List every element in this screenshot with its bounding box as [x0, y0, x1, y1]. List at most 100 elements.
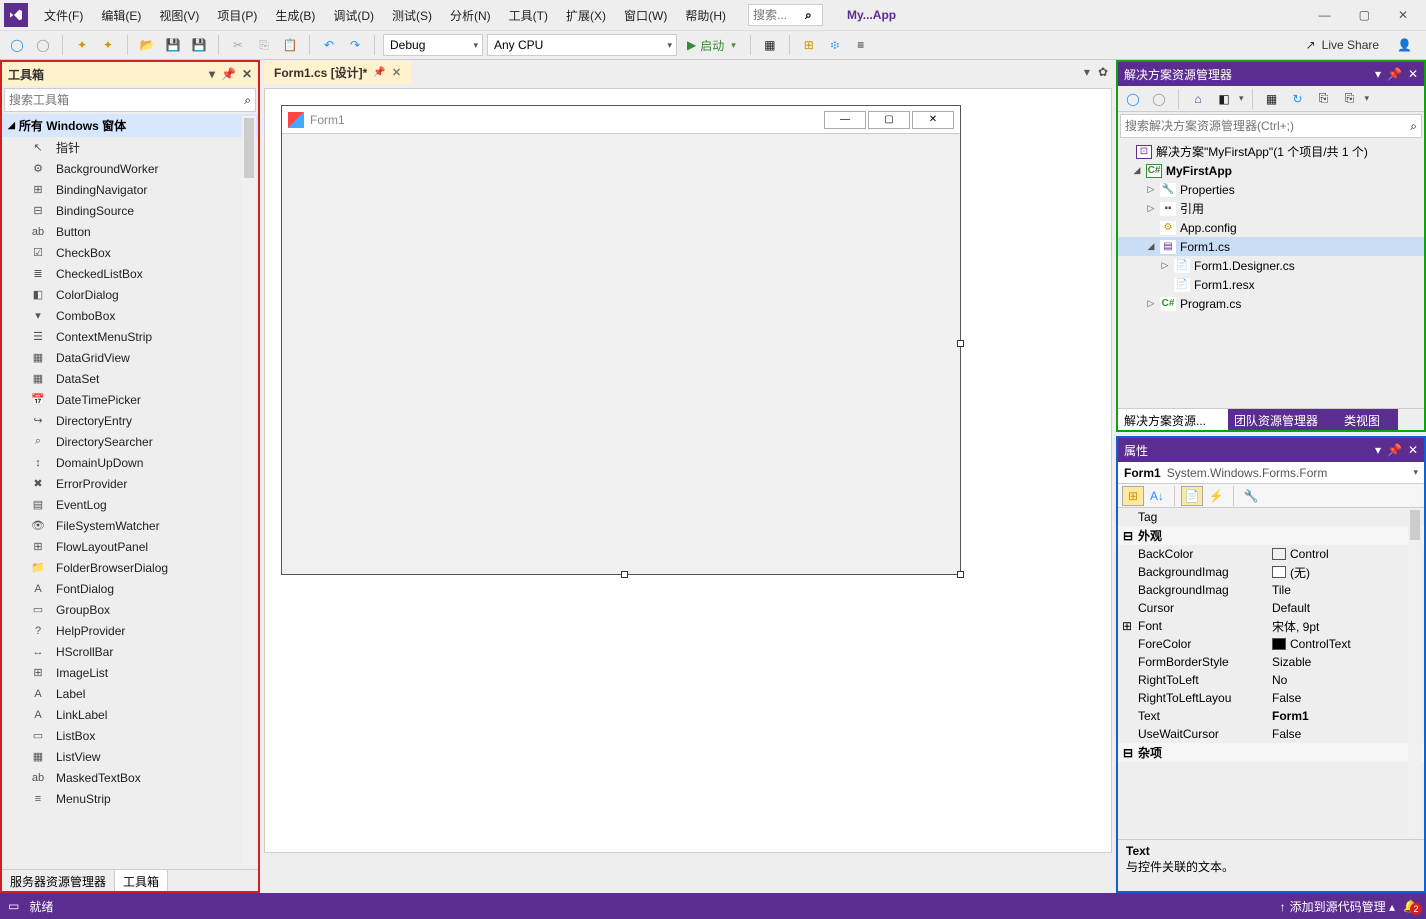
close-icon[interactable]: ✕	[1408, 67, 1418, 81]
solution-search[interactable]: ⌕	[1120, 114, 1422, 138]
prop-section-appearance[interactable]: ⊟外观	[1118, 526, 1424, 545]
menu-window[interactable]: 窗口(W)	[616, 3, 675, 28]
dropdown-icon[interactable]: ▾	[1375, 67, 1381, 81]
dropdown-icon[interactable]: ▾	[1084, 65, 1090, 79]
prop-row-tag[interactable]: Tag	[1118, 508, 1424, 526]
nav-fwd-icon[interactable]: ◯	[1148, 88, 1170, 110]
toolbar-icon[interactable]: ፨	[824, 34, 846, 56]
menu-project[interactable]: 项目(P)	[209, 3, 265, 28]
scrollbar[interactable]	[242, 116, 256, 867]
prop-row-bgimage[interactable]: BackgroundImag(无)	[1118, 563, 1424, 581]
events-button[interactable]: ⚡	[1205, 486, 1227, 506]
dropdown-icon[interactable]: ▾	[1375, 443, 1381, 457]
menu-extensions[interactable]: 扩展(X)	[558, 3, 614, 28]
cut-button[interactable]: ✂	[227, 34, 249, 56]
source-control-button[interactable]: ↑添加到源代码管理 ▴	[1280, 898, 1395, 915]
wrench-icon[interactable]: 🔧	[1240, 486, 1262, 506]
properties-object-selector[interactable]: Form1System.Windows.Forms.Form ▾	[1118, 462, 1424, 484]
toolbox-item[interactable]: ▦ListView	[2, 746, 258, 767]
toolbar-icon[interactable]: ≡	[850, 34, 872, 56]
menu-file[interactable]: 文件(F)	[36, 3, 91, 28]
tab-team-explorer[interactable]: 团队资源管理器	[1228, 409, 1338, 430]
close-icon[interactable]: ✕	[392, 66, 401, 79]
prop-row-rtllayout[interactable]: RightToLeftLayouFalse	[1118, 689, 1424, 707]
categorized-button[interactable]: ⊞	[1122, 486, 1144, 506]
toolbox-item[interactable]: ?HelpProvider	[2, 620, 258, 641]
tree-project[interactable]: ◢C#MyFirstApp	[1118, 161, 1424, 180]
new-project-button[interactable]: ✦	[71, 34, 93, 56]
toolbox-item[interactable]: ⊞BindingNavigator	[2, 179, 258, 200]
configuration-dropdown[interactable]: Debug	[383, 34, 483, 56]
new-file-button[interactable]: ✦	[97, 34, 119, 56]
menu-analyze[interactable]: 分析(N)	[442, 3, 499, 28]
prop-row-formborder[interactable]: FormBorderStyleSizable	[1118, 653, 1424, 671]
nav-back-icon[interactable]: ◯	[1122, 88, 1144, 110]
toolbox-item[interactable]: ▭ListBox	[2, 725, 258, 746]
form-designer[interactable]: Form1 — ▢ ✕	[281, 105, 961, 575]
close-button[interactable]: ✕	[1390, 4, 1416, 26]
toolbox-item[interactable]: ✖ErrorProvider	[2, 473, 258, 494]
pin-icon[interactable]: 📌	[373, 67, 385, 78]
tree-properties[interactable]: ▷🔧Properties	[1118, 180, 1424, 199]
toolbox-item[interactable]: AFontDialog	[2, 578, 258, 599]
resize-handle[interactable]	[621, 571, 628, 578]
prop-row-forecolor[interactable]: ForeColorControlText	[1118, 635, 1424, 653]
toolbox-item[interactable]: ⊞FlowLayoutPanel	[2, 536, 258, 557]
save-all-button[interactable]: 💾	[188, 34, 210, 56]
toolbox-item[interactable]: 📅DateTimePicker	[2, 389, 258, 410]
undo-button[interactable]: ↶	[318, 34, 340, 56]
toolbar-icon[interactable]: ◧	[1213, 88, 1235, 110]
tab-toolbox[interactable]: 工具箱	[115, 870, 168, 891]
home-icon[interactable]: ⌂	[1187, 88, 1209, 110]
scrollbar-thumb[interactable]	[1410, 510, 1420, 540]
prop-row-bgimagelayout[interactable]: BackgroundImagTile	[1118, 581, 1424, 599]
toolbox-search-input[interactable]	[9, 93, 244, 107]
minimize-button[interactable]: —	[1311, 4, 1339, 26]
redo-button[interactable]: ↷	[344, 34, 366, 56]
toolbox-item[interactable]: ≣CheckedListBox	[2, 263, 258, 284]
menu-test[interactable]: 测试(S)	[384, 3, 440, 28]
toolbox-item[interactable]: ↖指针	[2, 137, 258, 158]
prop-row-backcolor[interactable]: BackColorControl	[1118, 545, 1424, 563]
open-button[interactable]: 📂	[136, 34, 158, 56]
toolbar-icon[interactable]: ⊞	[798, 34, 820, 56]
toolbox-item[interactable]: ▾ComboBox	[2, 305, 258, 326]
resize-handle[interactable]	[957, 340, 964, 347]
maximize-button[interactable]: ▢	[1351, 4, 1378, 26]
tree-form1[interactable]: ◢▤Form1.cs	[1118, 237, 1424, 256]
toolbox-item[interactable]: ⌕DirectorySearcher	[2, 431, 258, 452]
start-debug-button[interactable]: ▶启动▾	[681, 34, 742, 56]
toolbox-item[interactable]: ▤EventLog	[2, 494, 258, 515]
refresh-icon[interactable]: ↻	[1287, 88, 1309, 110]
copy-button[interactable]: ⎘	[253, 34, 275, 56]
save-button[interactable]: 💾	[162, 34, 184, 56]
prop-row-usewait[interactable]: UseWaitCursorFalse	[1118, 725, 1424, 743]
menu-build[interactable]: 生成(B)	[267, 3, 323, 28]
feedback-icon[interactable]: 👤	[1397, 38, 1412, 52]
platform-dropdown[interactable]: Any CPU	[487, 34, 677, 56]
prop-row-rtl[interactable]: RightToLeftNo	[1118, 671, 1424, 689]
toolbox-item[interactable]: abButton	[2, 221, 258, 242]
prop-row-text[interactable]: TextForm1	[1118, 707, 1424, 725]
toolbox-item[interactable]: 👁FileSystemWatcher	[2, 515, 258, 536]
close-icon[interactable]: ✕	[242, 67, 252, 81]
toolbox-item[interactable]: ALinkLabel	[2, 704, 258, 725]
tab-class-view[interactable]: 类视图	[1338, 409, 1398, 430]
toolbox-item[interactable]: ⊞ImageList	[2, 662, 258, 683]
solution-search-input[interactable]	[1125, 119, 1410, 133]
toolbox-item[interactable]: abMaskedTextBox	[2, 767, 258, 788]
prop-row-cursor[interactable]: CursorDefault	[1118, 599, 1424, 617]
tab-server-explorer[interactable]: 服务器资源管理器	[2, 870, 115, 891]
pin-icon[interactable]: 📌	[1387, 443, 1402, 457]
nav-fwd-button[interactable]: ◯	[32, 34, 54, 56]
toolbox-group-header[interactable]: ◢ 所有 Windows 窗体	[2, 114, 258, 137]
prop-section-misc[interactable]: ⊟杂项	[1118, 743, 1424, 762]
live-share-button[interactable]: ↗ Live Share 👤	[1298, 38, 1420, 52]
scrollbar-thumb[interactable]	[244, 118, 254, 178]
menu-view[interactable]: 视图(V)	[151, 3, 207, 28]
toolbox-search[interactable]: ⌕	[4, 88, 256, 112]
toolbox-item[interactable]: ▦DataGridView	[2, 347, 258, 368]
menu-help[interactable]: 帮助(H)	[677, 3, 734, 28]
properties-grid[interactable]: Tag ⊟外观 BackColorControl BackgroundImag(…	[1118, 508, 1424, 839]
toolbox-item[interactable]: ALabel	[2, 683, 258, 704]
